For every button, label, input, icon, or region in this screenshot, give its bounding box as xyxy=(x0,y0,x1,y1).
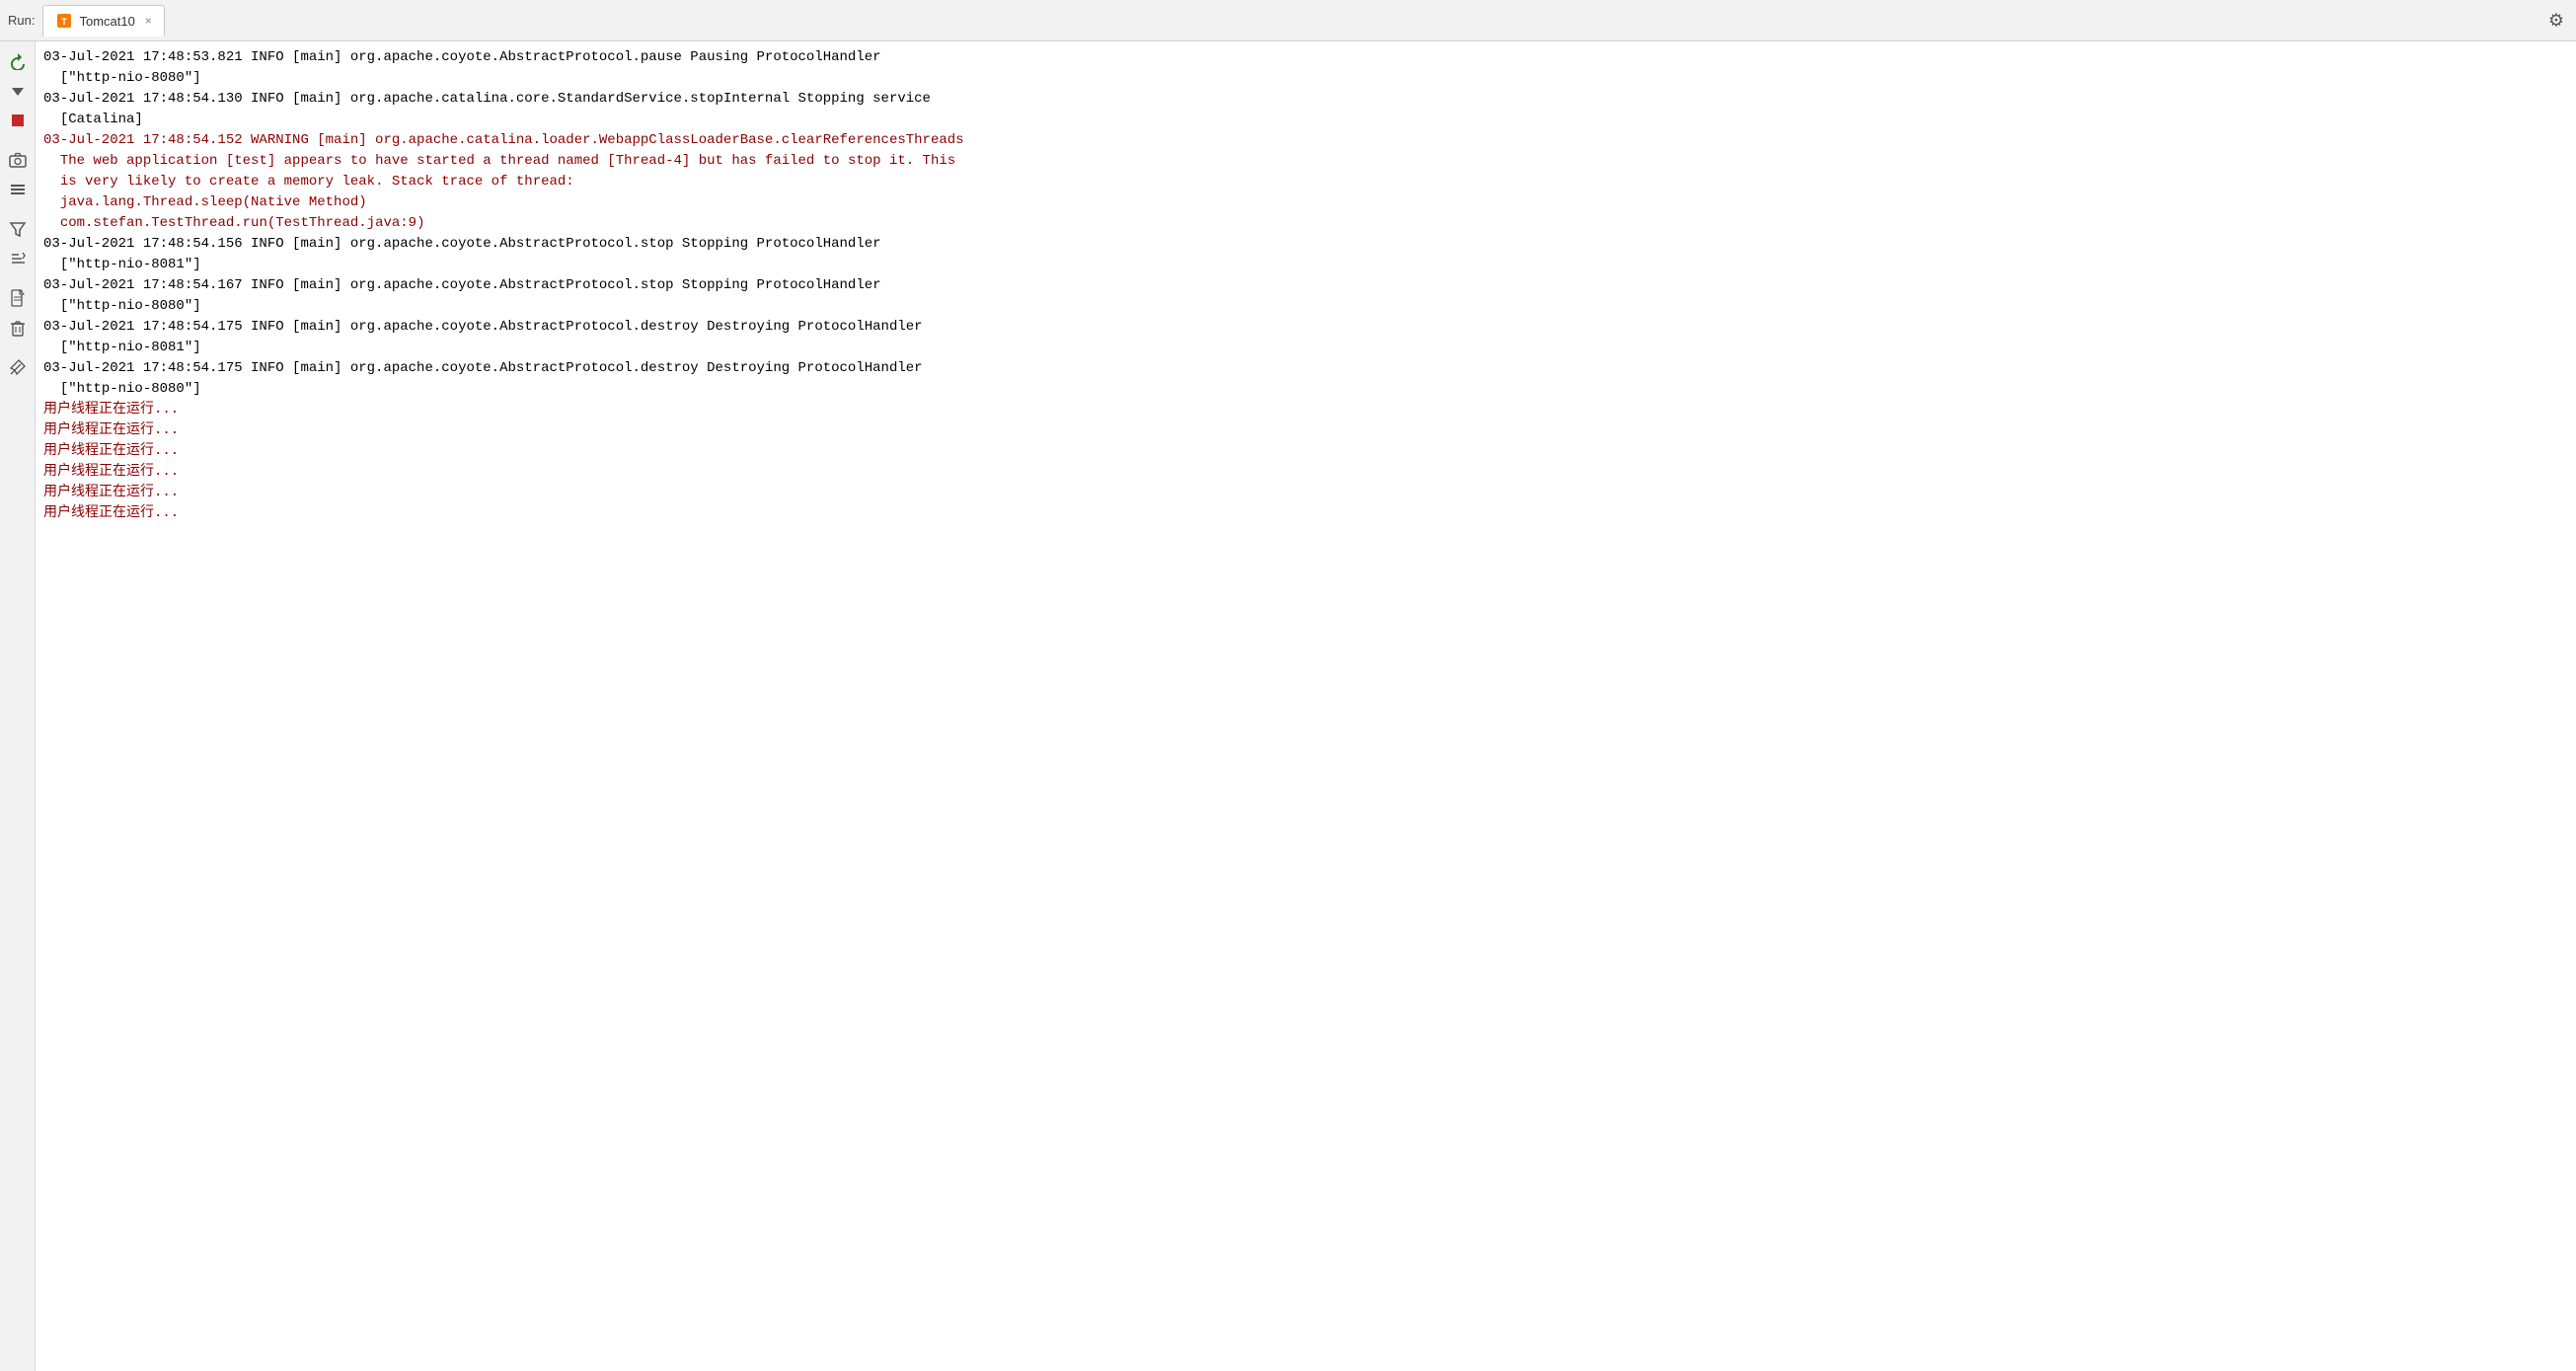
log-line: ["http-nio-8080"] xyxy=(43,379,2568,400)
page-icon xyxy=(9,289,27,307)
ide-window: Run: T Tomcat10 × ⚙ xyxy=(0,0,2576,1371)
filter-icon xyxy=(9,220,27,238)
tab-name: Tomcat10 xyxy=(79,14,134,29)
separator-3 xyxy=(4,274,32,282)
main-area: 03-Jul-2021 17:48:53.821 INFO [main] org… xyxy=(0,41,2576,1371)
sort-button[interactable] xyxy=(4,245,32,272)
pin-icon xyxy=(9,358,27,376)
log-line: 03-Jul-2021 17:48:54.156 INFO [main] org… xyxy=(43,234,2568,255)
sort-icon xyxy=(9,250,27,267)
page-button[interactable] xyxy=(4,284,32,312)
run-tab[interactable]: T Tomcat10 × xyxy=(42,5,164,37)
separator-1 xyxy=(4,136,32,144)
log-line: java.lang.Thread.sleep(Native Method) xyxy=(43,192,2568,213)
tomcat-icon: T xyxy=(55,12,73,30)
separator-2 xyxy=(4,205,32,213)
log-line: 03-Jul-2021 17:48:54.152 WARNING [main] … xyxy=(43,130,2568,151)
log-line: 用户线程正在运行... xyxy=(43,462,2568,483)
stop-button[interactable] xyxy=(4,107,32,134)
log-line: ["http-nio-8080"] xyxy=(43,68,2568,89)
down-arrow-icon xyxy=(9,82,27,100)
log-line: is very likely to create a memory leak. … xyxy=(43,172,2568,192)
log-line: 03-Jul-2021 17:48:54.175 INFO [main] org… xyxy=(43,317,2568,338)
tab-close-button[interactable]: × xyxy=(145,14,152,28)
log-line: ["http-nio-8081"] xyxy=(43,338,2568,358)
list-button[interactable] xyxy=(4,176,32,203)
camera-icon xyxy=(9,151,27,169)
pin-button[interactable] xyxy=(4,353,32,381)
trash-icon xyxy=(9,319,27,337)
list-icon xyxy=(9,181,27,198)
stop-icon xyxy=(9,112,27,129)
log-line: The web application [test] appears to ha… xyxy=(43,151,2568,172)
separator-4 xyxy=(4,343,32,351)
settings-icon[interactable]: ⚙ xyxy=(2548,10,2564,31)
rerun-button[interactable] xyxy=(4,47,32,75)
log-line: 03-Jul-2021 17:48:54.175 INFO [main] org… xyxy=(43,358,2568,379)
delete-button[interactable] xyxy=(4,314,32,342)
tab-bar: Run: T Tomcat10 × ⚙ xyxy=(0,0,2576,41)
console-output[interactable]: 03-Jul-2021 17:48:53.821 INFO [main] org… xyxy=(36,41,2576,1371)
log-line: com.stefan.TestThread.run(TestThread.jav… xyxy=(43,213,2568,234)
log-line: 03-Jul-2021 17:48:54.167 INFO [main] org… xyxy=(43,275,2568,296)
svg-text:T: T xyxy=(62,17,68,27)
run-label: Run: xyxy=(8,13,35,28)
rerun-icon xyxy=(9,52,27,70)
scroll-down-button[interactable] xyxy=(4,77,32,105)
snapshot-button[interactable] xyxy=(4,146,32,174)
log-line: 03-Jul-2021 17:48:53.821 INFO [main] org… xyxy=(43,47,2568,68)
log-line: ["http-nio-8080"] xyxy=(43,296,2568,317)
log-line: 用户线程正在运行... xyxy=(43,483,2568,503)
left-toolbar xyxy=(0,41,36,1371)
filter-button[interactable] xyxy=(4,215,32,243)
log-line: ["http-nio-8081"] xyxy=(43,255,2568,275)
log-line: 用户线程正在运行... xyxy=(43,400,2568,420)
log-line: 03-Jul-2021 17:48:54.130 INFO [main] org… xyxy=(43,89,2568,110)
log-line: [Catalina] xyxy=(43,110,2568,130)
log-line: 用户线程正在运行... xyxy=(43,441,2568,462)
log-line: 用户线程正在运行... xyxy=(43,420,2568,441)
log-line: 用户线程正在运行... xyxy=(43,503,2568,524)
